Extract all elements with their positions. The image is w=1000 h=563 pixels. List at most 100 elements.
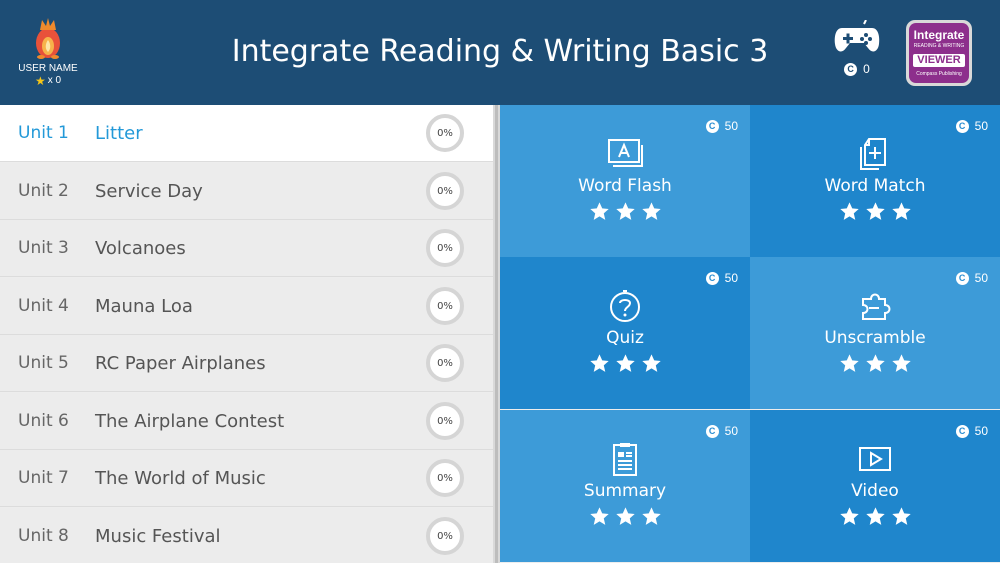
unit-number: Unit 2 [18,181,69,201]
star-icon [891,507,911,525]
unit-name: Service Day [95,180,203,202]
unit-list: Unit 1 Litter 0% Unit 2 Service Day 0% U… [0,105,493,563]
unit-progress: 0% [426,114,464,152]
star-icon: ★ [34,74,46,88]
game-coin-value: 0 [863,62,870,76]
unit-row-3[interactable]: Unit 3 Volcanoes 0% [0,220,493,277]
video-icon [859,447,891,471]
activity-quiz[interactable]: C 50 Quiz [500,257,750,409]
integrate-viewer-button[interactable]: Integrate READING & WRITING VIEWER Compa… [906,20,972,86]
word-flash-icon [608,139,643,167]
coin-icon: C [705,271,719,285]
user-profile[interactable]: USER NAME ★ x 0 [8,16,88,87]
page-title: Integrate Reading & Writing Basic 3 [231,34,769,69]
activity-label: Quiz [606,328,644,348]
star-icon [641,354,661,372]
unit-name: Mauna Loa [95,295,193,317]
scrollbar-track[interactable] [495,105,498,563]
mascot-icon [36,18,60,59]
activity-stars [750,506,1000,527]
game-button[interactable]: C 0 [830,20,884,76]
star-icon [865,507,885,525]
star-icon [839,507,859,525]
activity-stars [750,353,1000,374]
activity-cost: C 50 [955,271,988,285]
user-star-count: ★ x 0 [8,75,88,87]
star-icon [615,507,635,525]
star-icon [865,354,885,372]
activity-cost: C 50 [705,119,738,133]
activity-word-match[interactable]: C 50 Word Match [750,105,1000,257]
activity-stars [500,201,750,222]
activity-cost: C 50 [955,424,988,438]
coin-icon: C [705,424,719,438]
viewer-logo-subtitle: READING & WRITING [913,43,965,49]
star-icon [589,202,609,220]
coin-icon: C [705,119,719,133]
app-header: USER NAME ★ x 0 Integrate Reading & Writ… [0,0,1000,105]
unit-name: Litter [95,122,143,144]
star-icon [865,202,885,220]
unit-row-6[interactable]: Unit 6 The Airplane Contest 0% [0,393,493,450]
unit-number: Unit 6 [18,411,69,431]
activity-cost-value: 50 [724,271,738,285]
list-scrollbar[interactable] [493,105,500,563]
viewer-logo-label: VIEWER [913,54,965,67]
star-icon [891,202,911,220]
activity-label: Summary [583,481,667,501]
unit-row-8[interactable]: Unit 8 Music Festival 0% [0,508,493,563]
activity-cost-value: 50 [724,119,738,133]
unit-progress: 0% [426,402,464,440]
unit-number: Unit 5 [18,353,69,373]
unit-name: The World of Music [95,467,266,489]
unit-number: Unit 1 [18,123,69,143]
activity-label: Video [851,481,899,501]
activity-word-flash[interactable]: C 50 Word Flash [500,105,750,257]
unit-row-4[interactable]: Unit 4 Mauna Loa 0% [0,278,493,335]
unit-row-1[interactable]: Unit 1 Litter 0% [0,105,493,162]
activity-stars [500,506,750,527]
viewer-logo: Integrate READING & WRITING VIEWER Compa… [909,23,969,83]
unit-name: RC Paper Airplanes [95,352,266,374]
star-icon [891,354,911,372]
unit-number: Unit 8 [18,526,69,546]
coin-icon: C [844,62,858,76]
activity-cost: C 50 [705,424,738,438]
unit-progress: 0% [426,517,464,555]
star-icon [589,354,609,372]
user-name: USER NAME [18,63,78,74]
unit-number: Unit 7 [18,468,69,488]
unit-progress: 0% [426,172,464,210]
puzzle-icon [862,293,891,320]
star-icon [641,202,661,220]
unit-row-2[interactable]: Unit 2 Service Day 0% [0,163,493,220]
unit-progress: 0% [426,344,464,382]
unit-progress: 0% [426,287,464,325]
star-icon [839,202,859,220]
game-coin-balance: C 0 [830,62,884,76]
activity-cost: C 50 [705,271,738,285]
unit-number: Unit 4 [18,296,69,316]
activity-label: Unscramble [824,328,926,348]
activity-cost-value: 50 [724,424,738,438]
summary-icon [613,443,637,476]
activity-cost-value: 50 [974,119,988,133]
coin-icon: C [955,424,969,438]
viewer-logo-title: Integrate [913,28,965,42]
unit-row-7[interactable]: Unit 7 The World of Music 0% [0,450,493,507]
activity-label: Word Flash [578,176,672,196]
unit-row-5[interactable]: Unit 5 RC Paper Airplanes 0% [0,335,493,392]
activity-grid: C 50 Word Flash C 50 Word Match C 50 Qui… [500,105,1000,563]
coin-icon: C [955,119,969,133]
activity-video[interactable]: C 50 Video [750,410,1000,562]
gamepad-icon [834,20,880,52]
unit-number: Unit 3 [18,238,69,258]
activity-summary[interactable]: C 50 Summary [500,410,750,562]
unit-progress: 0% [426,459,464,497]
activity-label: Word Match [824,176,926,196]
star-icon [615,202,635,220]
activity-unscramble[interactable]: C 50 Unscramble [750,257,1000,409]
activity-cost-value: 50 [974,271,988,285]
activity-stars [750,201,1000,222]
star-icon [839,354,859,372]
